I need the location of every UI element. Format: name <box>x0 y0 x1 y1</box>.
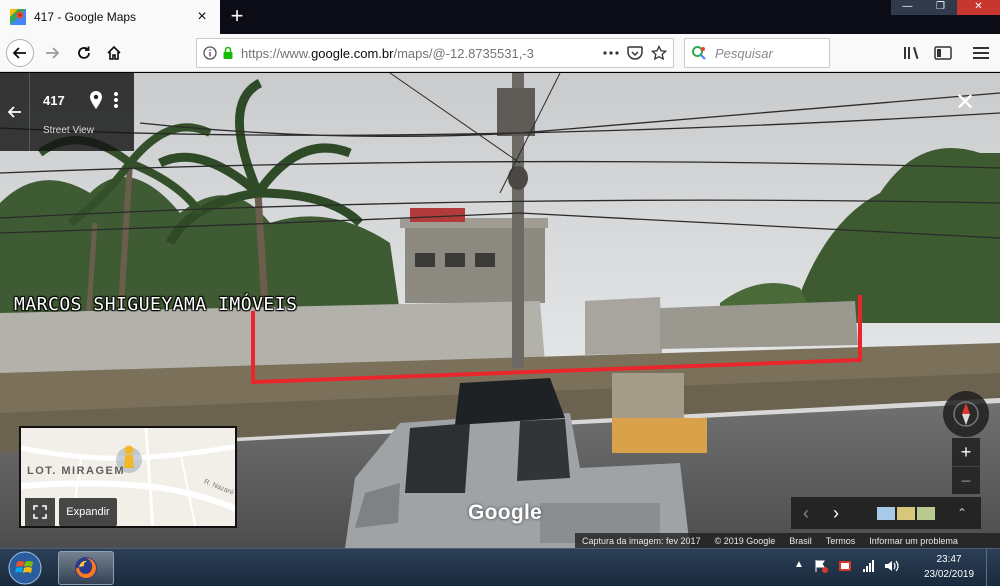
hamburger-menu-icon[interactable] <box>972 44 990 62</box>
taskbar-firefox-button[interactable] <box>58 551 114 585</box>
copyright-text: © 2019 Google <box>714 535 776 546</box>
reload-icon <box>78 46 90 59</box>
zoom-in-button[interactable]: + <box>952 438 980 466</box>
compass-control[interactable] <box>943 391 989 437</box>
capture-date: Captura da imagem: fev 2017 <box>582 535 701 546</box>
arrow-right-icon <box>46 47 60 59</box>
zoom-out-button[interactable]: − <box>952 466 980 494</box>
minimap[interactable]: LOT. MIRAGEM R. Nazaré Expandir <box>19 426 237 528</box>
library-icon[interactable] <box>903 44 921 62</box>
windows-logo-icon <box>8 551 42 585</box>
search-bar[interactable]: Pesquisar <box>684 38 830 68</box>
info-icon[interactable] <box>203 46 217 60</box>
search-placeholder: Pesquisar <box>715 45 773 61</box>
address-bar[interactable]: https://www.google.com.br/maps/@-12.8735… <box>196 38 674 68</box>
imagery-thumbnail[interactable] <box>917 506 935 520</box>
expand-map-button[interactable]: Expandir <box>59 498 117 526</box>
location-pin-icon[interactable] <box>90 91 102 109</box>
minimap-area-label: LOT. MIRAGEM <box>27 465 126 477</box>
tab-google-maps[interactable]: 417 - Google Maps × <box>0 0 220 34</box>
google-logo: Google <box>468 501 543 524</box>
network-icon[interactable] <box>862 559 876 573</box>
expand-map-icon[interactable] <box>25 498 55 526</box>
street-view-close-button[interactable]: ✕ <box>952 91 978 117</box>
street-view-back-button[interactable] <box>0 73 30 151</box>
tray-overflow-button[interactable]: ▲ <box>794 559 804 570</box>
firefox-icon <box>75 557 97 579</box>
arrow-left-icon <box>12 47 26 59</box>
window-minimize-button[interactable]: — <box>891 0 924 15</box>
imagery-thumbnail[interactable] <box>897 506 915 520</box>
more-options-icon[interactable] <box>113 91 119 109</box>
sidebar-icon[interactable] <box>934 44 952 62</box>
action-center-flag-icon[interactable] <box>814 559 828 573</box>
window-maximize-button[interactable]: ❐ <box>924 0 957 15</box>
reload-button[interactable] <box>70 39 98 67</box>
street-view-info-panel: 417 Street View <box>0 73 134 151</box>
time-machine-bar: ‹ › ⌃ <box>791 497 981 529</box>
clock-date: 23/02/2019 <box>923 569 975 580</box>
report-problem-link[interactable]: Informar um problema <box>869 536 958 546</box>
watermark-text: MARCOS SHIGUEYAMA IMÓVEIS <box>14 294 298 315</box>
country-link[interactable]: Brasil <box>789 536 812 546</box>
forward-button[interactable] <box>38 39 66 67</box>
volume-icon[interactable] <box>884 559 900 573</box>
street-view-viewport[interactable]: 417 Street View ✕ MARCOS SHIGUEYAMA IMÓV… <box>0 73 1000 548</box>
show-desktop-button[interactable] <box>986 549 1000 586</box>
map-footer: Captura da imagem: fev 2017 © 2019 Googl… <box>575 533 1000 548</box>
navigation-toolbar: https://www.google.com.br/maps/@-12.8735… <box>0 34 1000 72</box>
home-icon <box>107 45 121 60</box>
url-text[interactable]: https://www.google.com.br/maps/@-12.8735… <box>241 46 595 61</box>
window-close-button[interactable]: ✕ <box>957 0 1000 15</box>
google-maps-favicon-icon <box>10 9 26 25</box>
place-subtitle: Street View <box>43 125 94 136</box>
clock-time: 23:47 <box>936 554 962 565</box>
place-title: 417 <box>43 93 65 108</box>
taskbar-clock[interactable]: 23:47 23/02/2019 <box>916 552 982 582</box>
back-button[interactable] <box>6 39 34 67</box>
page-actions-icon[interactable] <box>603 51 619 55</box>
compass-icon <box>953 401 979 427</box>
home-button[interactable] <box>100 39 128 67</box>
search-engine-icon <box>692 46 706 60</box>
imagery-thumbnail[interactable] <box>877 506 895 520</box>
timeline-expand-button[interactable]: ⌃ <box>957 506 967 520</box>
windows-taskbar: ▲ 23:47 23/02/2019 <box>0 548 1000 586</box>
timeline-prev-button[interactable]: ‹ <box>791 497 821 529</box>
start-button[interactable] <box>4 550 46 586</box>
new-tab-button[interactable]: + <box>226 4 248 30</box>
tab-bar: 417 - Google Maps × + — ❐ ✕ <box>0 0 1000 34</box>
lock-icon[interactable] <box>221 46 235 60</box>
arrow-left-icon <box>7 106 21 118</box>
imagery-thumbnails <box>877 506 937 520</box>
terms-link[interactable]: Termos <box>826 536 856 546</box>
bookmark-star-icon[interactable] <box>651 45 667 61</box>
timeline-next-button[interactable]: › <box>821 497 851 529</box>
tray-app-icon[interactable] <box>838 559 852 573</box>
tab-close-icon[interactable]: × <box>194 8 210 26</box>
zoom-control: + − <box>952 438 980 494</box>
tab-title: 417 - Google Maps <box>34 10 137 24</box>
pocket-icon[interactable] <box>627 45 643 61</box>
